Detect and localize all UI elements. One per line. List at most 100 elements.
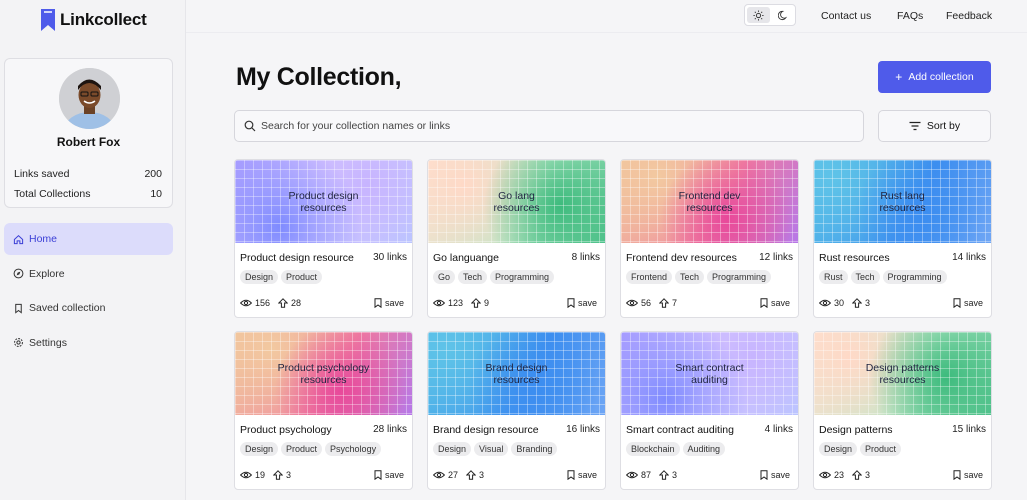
compass-icon	[13, 268, 24, 279]
card-cover[interactable]: Design patterns resources	[814, 332, 991, 415]
save-button[interactable]: save	[374, 470, 404, 480]
tag[interactable]: Tech	[675, 270, 705, 284]
feedback-link[interactable]: Feedback	[946, 10, 992, 22]
upvote-arrow-icon	[852, 470, 863, 480]
tag[interactable]: Blockchain	[626, 442, 680, 456]
save-button[interactable]: save	[760, 298, 790, 308]
faqs-link[interactable]: FAQs	[897, 10, 923, 22]
card-cover[interactable]: Rust lang resources	[814, 160, 991, 243]
sidebar-item-label: Explore	[29, 267, 65, 280]
theme-toggle[interactable]	[744, 4, 796, 26]
card-meta: 23 3	[819, 470, 870, 480]
views: 87	[626, 470, 651, 480]
sidebar-item-saved-collection[interactable]: Saved collection	[4, 292, 173, 324]
sort-button[interactable]: Sort by	[878, 110, 991, 142]
app-logo[interactable]: Linkcollect	[40, 7, 147, 33]
tag[interactable]: Tech	[850, 270, 880, 284]
card-link-count: 30 links	[373, 252, 407, 263]
tag[interactable]: Psychology	[325, 442, 382, 456]
dark-mode-button[interactable]	[772, 5, 795, 25]
tag[interactable]: Design	[433, 442, 472, 456]
tag[interactable]: Branding	[511, 442, 558, 456]
sidebar-item-label: Home	[29, 233, 58, 245]
card-tags: Blockchain Auditing	[626, 442, 726, 456]
upvotes[interactable]: 3	[852, 298, 870, 308]
card-title: Brand design resource	[433, 424, 539, 436]
tag[interactable]: Design	[819, 442, 858, 456]
tag[interactable]: Design	[240, 442, 279, 456]
views: 156	[240, 298, 270, 308]
tag[interactable]: Tech	[458, 270, 488, 284]
collection-card[interactable]: Smart contract auditing Smart contract a…	[620, 331, 799, 490]
view-count: 156	[255, 298, 271, 308]
view-count: 27	[448, 470, 459, 480]
upvotes[interactable]: 3	[273, 470, 291, 480]
collection-card[interactable]: Go lang resources Go languange 8 links G…	[427, 159, 606, 318]
home-icon	[13, 234, 24, 244]
upvotes[interactable]: 3	[466, 470, 484, 480]
add-collection-button[interactable]: + Add collection	[878, 61, 991, 93]
upvotes[interactable]: 9	[471, 298, 489, 308]
search-bar[interactable]	[234, 110, 864, 142]
upvotes[interactable]: 28	[278, 298, 301, 308]
view-count: 56	[641, 298, 652, 308]
tag[interactable]: Design	[240, 270, 279, 284]
save-button[interactable]: save	[953, 470, 983, 480]
upvotes[interactable]: 3	[852, 470, 870, 480]
collection-card[interactable]: Design patterns resources Design pattern…	[813, 331, 992, 490]
save-button[interactable]: save	[374, 298, 404, 308]
search-input[interactable]	[261, 120, 821, 132]
bookmark-icon	[760, 298, 768, 308]
save-button[interactable]: save	[567, 298, 597, 308]
card-title: Product design resource	[240, 252, 354, 264]
stat-label: Links saved	[14, 168, 70, 180]
tag[interactable]: Product	[281, 270, 323, 284]
card-cover[interactable]: Frontend dev resources	[621, 160, 798, 243]
moon-icon	[778, 10, 788, 20]
card-cover[interactable]: Product design resources	[235, 160, 412, 243]
tag[interactable]: Programming	[490, 270, 555, 284]
eye-icon	[819, 299, 831, 307]
card-meta: 30 3	[819, 298, 870, 308]
upvote-arrow-icon	[659, 298, 670, 308]
tag[interactable]: Auditing	[682, 442, 726, 456]
tag[interactable]: Programming	[882, 270, 947, 284]
card-link-count: 8 links	[571, 252, 600, 263]
tag[interactable]: Go	[433, 270, 456, 284]
tag[interactable]: Visual	[474, 442, 509, 456]
tag[interactable]: Rust	[819, 270, 848, 284]
save-button[interactable]: save	[953, 298, 983, 308]
tag[interactable]: Product	[860, 442, 902, 456]
stat-total-collections: Total Collections 10	[14, 188, 162, 200]
contact-us-link[interactable]: Contact us	[821, 10, 871, 22]
view-count: 30	[834, 298, 845, 308]
collection-card[interactable]: Rust lang resources Rust resources 14 li…	[813, 159, 992, 318]
avatar[interactable]	[59, 68, 120, 129]
sun-icon	[753, 9, 764, 21]
collection-card[interactable]: Product design resources Product design …	[234, 159, 413, 318]
upvotes[interactable]: 7	[659, 298, 677, 308]
sidebar-item-settings[interactable]: Settings	[4, 327, 173, 359]
collection-card[interactable]: Frontend dev resources Frontend dev reso…	[620, 159, 799, 318]
bookmark-icon	[15, 303, 22, 314]
card-cover-title: Brand design resources	[485, 361, 548, 386]
collection-card[interactable]: Brand design resources Brand design reso…	[427, 331, 606, 490]
eye-icon	[240, 471, 252, 479]
card-cover[interactable]: Brand design resources	[428, 332, 605, 415]
sidebar-item-home[interactable]: Home	[4, 223, 173, 255]
tag[interactable]: Programming	[707, 270, 772, 284]
upvote-count: 28	[291, 298, 302, 308]
collection-card[interactable]: Product psychology resources Product psy…	[234, 331, 413, 490]
card-meta: 123 9	[433, 298, 489, 308]
light-mode-button[interactable]	[747, 7, 770, 23]
sidebar-item-explore[interactable]: Explore	[4, 258, 173, 290]
plus-icon: +	[895, 70, 903, 84]
card-cover[interactable]: Smart contract auditing	[621, 332, 798, 415]
upvotes[interactable]: 3	[659, 470, 677, 480]
card-cover[interactable]: Product psychology resources	[235, 332, 412, 415]
tag[interactable]: Product	[281, 442, 323, 456]
tag[interactable]: Frontend	[626, 270, 673, 284]
save-button[interactable]: save	[760, 470, 790, 480]
save-button[interactable]: save	[567, 470, 597, 480]
card-cover[interactable]: Go lang resources	[428, 160, 605, 243]
